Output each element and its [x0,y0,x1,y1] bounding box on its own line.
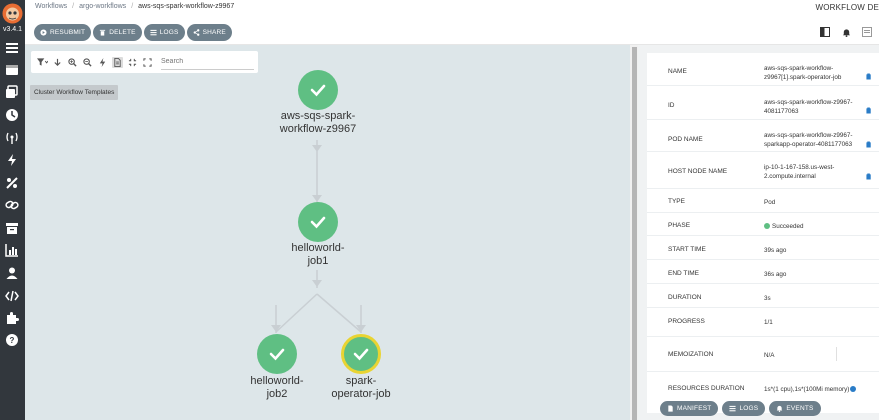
resubmit-label: RESUBMIT [50,29,86,36]
cluster-workflow-templates-tooltip: Cluster Workflow Templates [30,85,119,100]
detail-row-pod-name: POD NAME aws-sqs-spark-workflow-z9967-sp… [647,120,879,152]
breadcrumb-namespace[interactable]: argo-workflows [79,3,126,10]
copy-icon[interactable] [866,101,873,114]
details-panel-icon[interactable] [860,25,874,39]
checkmark-icon [310,84,326,97]
list-icon [150,29,157,36]
detail-row-start-time: START TIME 39s ago [647,236,879,260]
templates-icon[interactable] [4,84,20,100]
copy-icon[interactable] [866,135,873,148]
list-icon [729,405,737,412]
cron-icon[interactable] [4,107,20,123]
help-icon[interactable]: ? [4,332,20,348]
user-icon[interactable] [4,265,20,281]
logs-label: LOGS [159,29,179,36]
top-bar: Workflows / argo-workflows / aws-sqs-spa… [25,0,879,45]
checkmark-icon [269,348,285,361]
graph-search-input[interactable] [161,54,254,70]
info-icon[interactable] [850,386,857,392]
node-logs-label: LOGS [739,405,759,412]
archive-icon[interactable] [4,220,20,236]
lightning-icon[interactable] [97,57,108,68]
node-label: aws-sqs-spark- workflow-z9967 [279,110,357,135]
collapse-icon[interactable] [127,57,138,68]
workflow-node-helloworld-job2[interactable] [257,334,297,374]
detail-row-progress: PROGRESS 1/1 [647,308,879,337]
node-logs-button[interactable]: LOGS [722,401,766,416]
page-title: WORKFLOW DE [815,3,879,12]
node-label: spark- operator-job [331,375,391,400]
bell-icon[interactable] [839,25,853,39]
left-nav: v3.4.1 ? [0,0,25,420]
svg-text:?: ? [10,336,15,345]
breadcrumb-current: aws-sqs-spark-workflow-z9967 [138,3,235,10]
detail-row-type: TYPE Pod [647,189,879,213]
link-icon[interactable] [4,197,20,213]
copy-icon[interactable] [866,167,873,180]
graph-toolbar [31,51,258,73]
trash-icon [99,29,106,36]
node-details-card: NAME aws-sqs-spark-workflow-z9967[1].spa… [647,53,879,413]
filter-icon[interactable] [37,57,48,68]
breadcrumb-separator: / [131,3,134,10]
resubmit-button[interactable]: RESUBMIT [34,24,92,41]
events-button[interactable]: EVENTS [769,401,821,416]
workflows-icon[interactable] [4,62,20,78]
detail-row-host-node-name: HOST NODE NAME ip-10-1-167-158.us-west-2… [647,152,879,189]
fullscreen-icon[interactable] [142,57,153,68]
event-sources-icon[interactable] [4,152,20,168]
bell-icon [776,405,783,412]
share-label: SHARE [202,29,226,36]
menu-icon[interactable] [4,40,20,56]
panel-toggle-icon[interactable] [818,25,832,39]
argo-logo[interactable] [2,3,23,24]
version-label: v3.4.1 [2,26,23,33]
breadcrumb-workflows[interactable]: Workflows [35,3,67,10]
detail-row-id: ID aws-sqs-spark-workflow-z9967-40811770… [647,86,879,120]
manifest-label: MANIFEST [677,405,712,412]
graph-scrollbar-thumb[interactable] [632,47,637,420]
detail-row-duration: DURATION 3s [647,284,879,308]
workflow-node-root[interactable] [298,70,338,110]
share-button[interactable]: SHARE [186,24,232,41]
file-icon[interactable] [112,56,123,68]
detail-row-memoization: MEMOIZATION N/A [647,337,879,372]
success-status-icon [764,223,770,229]
delete-label: DELETE [109,29,136,36]
manifest-button[interactable]: MANIFEST [660,401,719,416]
zoom-in-icon[interactable] [67,57,78,68]
copy-icon[interactable] [866,67,873,80]
sensors-icon[interactable] [4,130,20,146]
resubmit-icon [40,29,47,36]
arrow-down-icon[interactable] [52,57,63,68]
column-divider [836,347,837,361]
zoom-out-icon[interactable] [82,57,93,68]
share-icon [193,29,200,36]
detail-row-resources-duration: RESOURCES DURATION 1s*(1 cpu),1s*(100Mi … [647,372,879,402]
details-action-buttons: MANIFEST LOGS EVENTS [660,401,821,416]
file-icon [667,405,674,412]
breadcrumb: Workflows / argo-workflows / aws-sqs-spa… [35,3,234,10]
plugins-icon[interactable] [4,310,20,326]
action-buttons: RESUBMIT DELETE LOGS SHARE [34,24,232,41]
api-docs-icon[interactable] [4,288,20,304]
logs-button[interactable]: LOGS [143,24,185,41]
detail-row-phase: PHASE Succeeded [647,213,879,236]
checkmark-icon [353,348,369,361]
node-details-panel: NAME aws-sqs-spark-workflow-z9967[1].spa… [638,45,879,420]
breadcrumb-separator: / [72,3,75,10]
events-label: EVENTS [786,405,814,412]
workflow-graph[interactable]: Cluster Workflow Templates aws-sqs-spark… [25,45,630,420]
reports-icon[interactable] [4,242,20,258]
node-label: helloworld- job1 [291,242,345,267]
event-flow-icon[interactable] [4,175,20,191]
delete-button[interactable]: DELETE [93,24,142,41]
checkmark-icon [310,216,326,229]
workflow-node-spark-operator-job[interactable] [341,334,381,374]
detail-row-name: NAME aws-sqs-spark-workflow-z9967[1].spa… [647,53,879,86]
detail-row-end-time: END TIME 36s ago [647,260,879,284]
workflow-node-helloworld-job1[interactable] [298,202,338,242]
